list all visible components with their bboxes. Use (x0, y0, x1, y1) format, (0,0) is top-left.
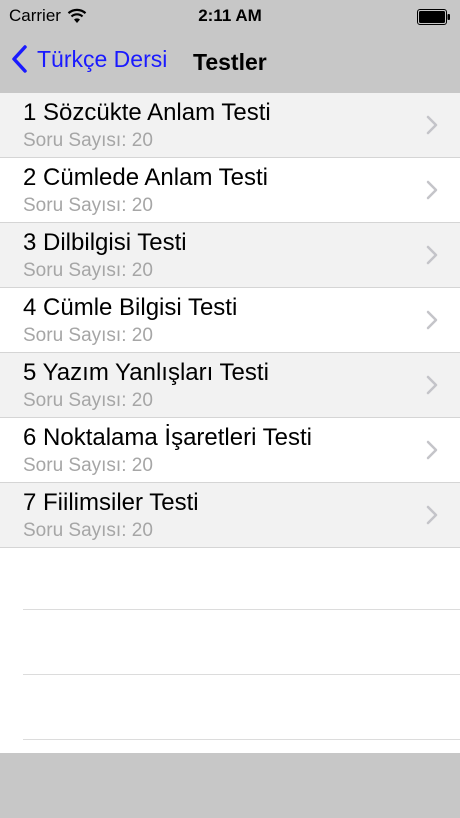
question-count: Soru Sayısı: 20 (23, 195, 153, 216)
list-item[interactable]: 2 Cümlede Anlam Testi Soru Sayısı: 20 (0, 158, 460, 223)
bottom-toolbar (0, 753, 460, 818)
test-title: 4 Cümle Bilgisi Testi (23, 294, 238, 321)
battery-icon (417, 9, 450, 25)
question-count: Soru Sayısı: 20 (23, 260, 153, 281)
chevron-right-icon (426, 440, 438, 460)
back-button[interactable]: Türkçe Dersi (10, 44, 167, 74)
question-count: Soru Sayısı: 20 (23, 455, 153, 476)
chevron-right-icon (426, 375, 438, 395)
question-count: Soru Sayısı: 20 (23, 130, 153, 151)
chevron-right-icon (426, 180, 438, 200)
list-item[interactable]: 5 Yazım Yanlışları Testi Soru Sayısı: 20 (0, 353, 460, 418)
question-count: Soru Sayısı: 20 (23, 520, 153, 541)
back-chevron-icon (12, 45, 27, 73)
test-title: 7 Fiilimsiler Testi (23, 489, 199, 516)
empty-row-separator (23, 609, 460, 610)
list-item[interactable]: 7 Fiilimsiler Testi Soru Sayısı: 20 (0, 483, 460, 548)
chevron-right-icon (426, 245, 438, 265)
list-item[interactable]: 3 Dilbilgisi Testi Soru Sayısı: 20 (0, 223, 460, 288)
question-count: Soru Sayısı: 20 (23, 390, 153, 411)
list-item[interactable]: 1 Sözcükte Anlam Testi Soru Sayısı: 20 (0, 93, 460, 158)
chevron-right-icon (426, 505, 438, 525)
status-bar: Carrier 2:11 AM (0, 0, 460, 32)
test-title: 6 Noktalama İşaretleri Testi (23, 424, 313, 451)
empty-row-separator (23, 739, 460, 740)
chevron-right-icon (426, 115, 438, 135)
page-title: Testler (193, 49, 267, 75)
navigation-bar: Türkçe Dersi Testler (0, 32, 460, 93)
status-time: 2:11 AM (198, 6, 262, 25)
test-title: 1 Sözcükte Anlam Testi (23, 99, 271, 126)
app-screen: Carrier 2:11 AM Türkçe Dersi Testler 1 S… (0, 0, 460, 818)
list-item[interactable]: 4 Cümle Bilgisi Testi Soru Sayısı: 20 (0, 288, 460, 353)
test-title: 2 Cümlede Anlam Testi (23, 164, 269, 191)
test-title: 5 Yazım Yanlışları Testi (23, 359, 269, 386)
test-list: 1 Sözcükte Anlam Testi Soru Sayısı: 20 2… (0, 93, 460, 548)
chevron-right-icon (426, 310, 438, 330)
list-item[interactable]: 6 Noktalama İşaretleri Testi Soru Sayısı… (0, 418, 460, 483)
empty-row-separator (23, 674, 460, 675)
question-count: Soru Sayısı: 20 (23, 325, 153, 346)
back-button-label: Türkçe Dersi (37, 45, 168, 72)
test-title: 3 Dilbilgisi Testi (23, 229, 187, 256)
